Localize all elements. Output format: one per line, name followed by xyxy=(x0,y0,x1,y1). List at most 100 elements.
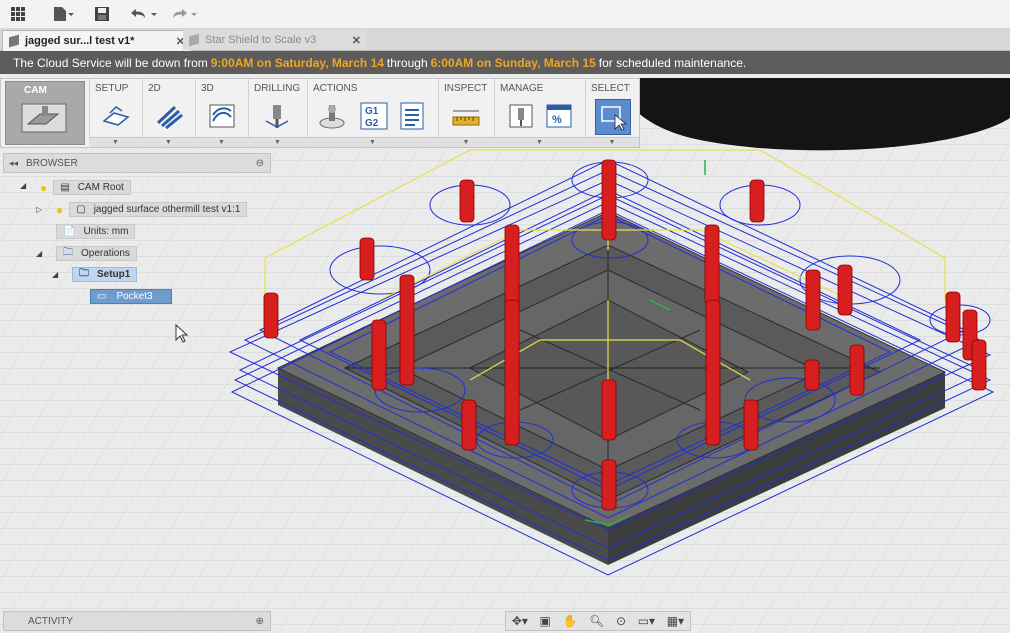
document-icon xyxy=(9,34,19,48)
browser-title: BROWSER xyxy=(26,157,78,169)
browser-panel-header[interactable]: ◂◂ BROWSER ⊖ xyxy=(3,153,271,173)
manage-dropdown[interactable]: ▼ xyxy=(494,137,585,147)
workspace-switcher-button[interactable]: CAM xyxy=(5,81,85,145)
display-settings-icon[interactable]: ▭▾ xyxy=(638,614,655,628)
look-at-icon[interactable]: ▣ xyxy=(540,614,551,628)
tree-node-operations[interactable]: 🗀 Operations xyxy=(52,245,143,262)
setup-dropdown[interactable]: ▼ xyxy=(89,137,142,147)
select-dropdown[interactable]: ▼ xyxy=(585,137,639,147)
setup-icon[interactable] xyxy=(101,101,131,131)
pocket3-label: ▭ Pocket3 xyxy=(90,289,172,304)
tab-other-document[interactable]: Star Shield to Scale v3 ✕ xyxy=(183,30,367,50)
activity-title: ACTIVITY xyxy=(28,615,74,627)
select-window-icon[interactable] xyxy=(595,99,631,135)
app-grid-icon[interactable] xyxy=(10,4,26,24)
quick-access-bar xyxy=(0,0,1010,29)
node-label: jagged surface othermill test v1:1 xyxy=(93,204,241,215)
expand-arrow-icon[interactable]: ▷ xyxy=(36,205,42,214)
group-label: INSPECT xyxy=(444,83,488,94)
svg-text:%: % xyxy=(552,114,562,126)
pan-icon[interactable]: ✋ xyxy=(563,614,578,628)
tree-node-cam-root[interactable]: ● ▤ CAM Root xyxy=(36,179,137,196)
expand-arrow-icon[interactable]: ◢ xyxy=(52,270,58,279)
group-manage: MANAGE % ▼ xyxy=(494,79,586,147)
node-label: Setup1 xyxy=(97,269,131,280)
redo-icon[interactable] xyxy=(170,4,200,24)
group-select: SELECT ▼ xyxy=(585,79,639,147)
file-menu-icon[interactable] xyxy=(52,4,74,24)
svg-text:G1: G1 xyxy=(365,106,379,117)
setup1-label: 🗀 Setup1 xyxy=(72,267,138,282)
setup-folder-icon: 🗀 xyxy=(79,268,89,279)
expand-arrow-icon[interactable]: ◢ xyxy=(20,181,26,190)
group-label: ACTIONS xyxy=(313,83,358,94)
3d-dropdown[interactable]: ▼ xyxy=(195,137,248,147)
svg-text:G2: G2 xyxy=(365,118,379,129)
drilling-dropdown[interactable]: ▼ xyxy=(248,137,307,147)
group-actions: ACTIONS G1 G2 ▼ xyxy=(307,79,439,147)
expand-arrow-icon[interactable]: ◢ xyxy=(36,249,42,258)
banner-text-pre: The Cloud Service will be down from xyxy=(13,55,208,70)
panel-options-icon[interactable]: ⊖ xyxy=(256,158,264,169)
banner-text-mid: through xyxy=(386,55,428,70)
tab-label: jagged sur...l test v1* xyxy=(25,35,135,47)
node-label: Pocket3 xyxy=(116,291,153,302)
tree-node-pocket3[interactable]: ▭ Pocket3 xyxy=(86,288,178,305)
tree-node-units[interactable]: 📄 Units: mm xyxy=(52,223,141,240)
inspect-dropdown[interactable]: ▼ xyxy=(438,137,494,147)
visibility-bulb-icon[interactable]: ● xyxy=(56,203,63,217)
node-label: Units: mm xyxy=(83,226,129,237)
document-icon xyxy=(189,33,199,47)
pocket-operation-icon: ▭ xyxy=(97,291,107,302)
node-label: CAM Root xyxy=(77,182,124,193)
tool-library-icon[interactable] xyxy=(506,101,536,131)
close-tab-icon[interactable]: ✕ xyxy=(352,34,361,47)
navigation-bar: ✥▾ ▣ ✋ 🔍︎ ⊙ ▭▾ ▦▾ xyxy=(505,611,691,631)
tree-node-model[interactable]: ● ▢ jagged surface othermill test v1:1 xyxy=(52,201,253,218)
fit-icon[interactable]: ⊙ xyxy=(616,614,626,628)
orbit-icon[interactable]: ✥▾ xyxy=(512,614,528,628)
group-3d: 3D ▼ xyxy=(195,79,249,147)
cam-root-label: ▤ CAM Root xyxy=(53,180,131,195)
operations-label: 🗀 Operations xyxy=(56,246,137,261)
component-icon: ▢ xyxy=(76,204,86,215)
activity-panel-header[interactable]: ACTIVITY ⊕ xyxy=(3,611,271,631)
simulate-icon[interactable] xyxy=(317,101,347,131)
2d-milling-icon[interactable] xyxy=(154,101,184,131)
tab-label: Star Shield to Scale v3 xyxy=(205,34,317,46)
maintenance-banner: The Cloud Service will be down from 9:00… xyxy=(0,51,1010,74)
cam-workspace-icon xyxy=(21,103,67,133)
cam-root-icon: ▤ xyxy=(60,182,70,193)
save-icon[interactable] xyxy=(94,4,110,24)
2d-dropdown[interactable]: ▼ xyxy=(142,137,195,147)
browser-tree: ◢ ● ▤ CAM Root ▷ ● ▢ jagged surface othe… xyxy=(0,176,275,316)
grid-settings-icon[interactable]: ▦▾ xyxy=(667,614,684,628)
group-drilling: DRILLING ▼ xyxy=(248,79,308,147)
workspace-label: CAM xyxy=(24,85,47,96)
undo-icon[interactable] xyxy=(130,4,160,24)
actions-dropdown[interactable]: ▼ xyxy=(307,137,438,147)
drill-icon[interactable] xyxy=(262,101,292,131)
expand-activity-icon[interactable]: ⊕ xyxy=(256,616,264,627)
measure-icon[interactable] xyxy=(451,101,481,131)
units-label: 📄 Units: mm xyxy=(56,224,136,239)
group-label: 2D xyxy=(148,83,161,94)
3d-milling-icon[interactable] xyxy=(207,101,237,131)
post-library-icon[interactable]: % xyxy=(544,101,574,131)
tree-node-setup1[interactable]: 🗀 Setup1 xyxy=(68,266,143,283)
banner-end-time: 6:00AM on Sunday, March 15 xyxy=(430,55,596,70)
post-process-g1-g2-icon[interactable]: G1 G2 xyxy=(359,101,389,131)
document-tab-bar: jagged sur...l test v1* ✕ Star Shield to… xyxy=(0,28,1010,51)
tab-active-document[interactable]: jagged sur...l test v1* ✕ xyxy=(2,30,192,51)
visibility-bulb-icon[interactable]: ● xyxy=(40,181,47,195)
setup-sheet-icon[interactable] xyxy=(397,101,427,131)
banner-text-post: for scheduled maintenance. xyxy=(598,55,747,70)
collapse-panel-icon[interactable]: ◂◂ xyxy=(9,158,18,169)
group-setup: SETUP ▼ xyxy=(89,79,143,147)
node-label: Operations xyxy=(81,248,130,259)
workspace-group: CAM xyxy=(1,79,90,147)
operations-folder-icon: 🗀 xyxy=(63,247,73,258)
group-label: DRILLING xyxy=(254,83,301,94)
group-inspect: INSPECT ▼ xyxy=(438,79,495,147)
zoom-icon[interactable]: 🔍︎ xyxy=(589,614,604,628)
